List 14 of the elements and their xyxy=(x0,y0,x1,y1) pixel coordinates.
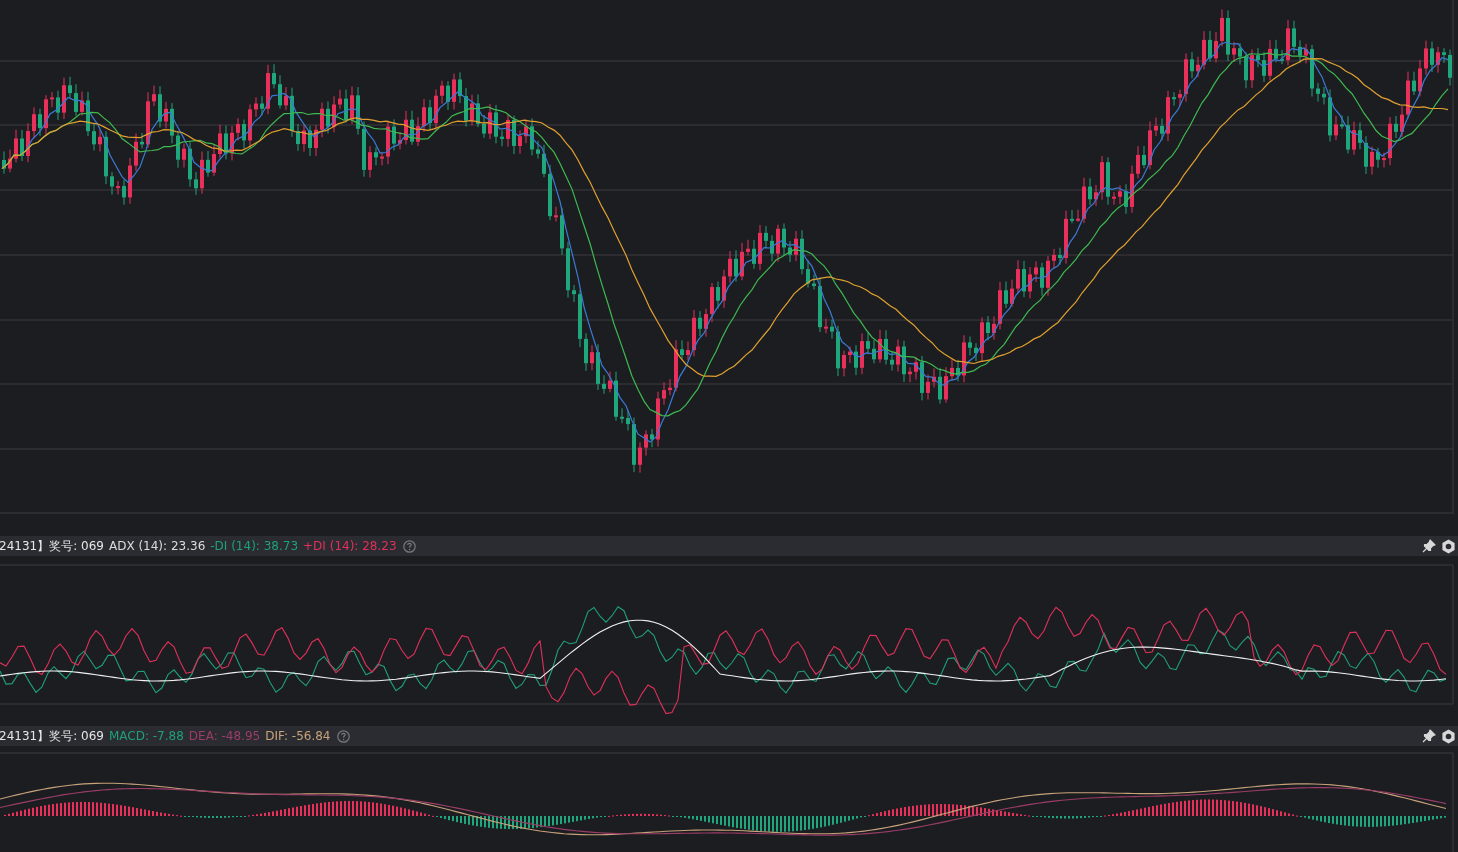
indicator-value: MACD: -7.88 xyxy=(108,729,184,743)
indicator-value: -DI (14): 38.73 xyxy=(210,539,299,553)
help-icon[interactable] xyxy=(402,539,416,553)
help-icon[interactable] xyxy=(336,729,350,743)
indicator-value: ADX (14): 23.36 xyxy=(108,539,206,553)
draw-number-label: 24131】奖号: 069 xyxy=(0,727,104,745)
indicator-value: DIF: -56.84 xyxy=(265,729,331,743)
pin-icon[interactable] xyxy=(1422,539,1436,553)
settings-icon[interactable] xyxy=(1441,728,1456,744)
draw-number-label: 24131】奖号: 069 xyxy=(0,537,104,555)
indicator-value: DEA: -48.95 xyxy=(188,729,261,743)
indicator-value: +DI (14): 28.23 xyxy=(303,539,397,553)
pin-icon[interactable] xyxy=(1422,729,1436,743)
settings-icon[interactable] xyxy=(1441,538,1456,554)
